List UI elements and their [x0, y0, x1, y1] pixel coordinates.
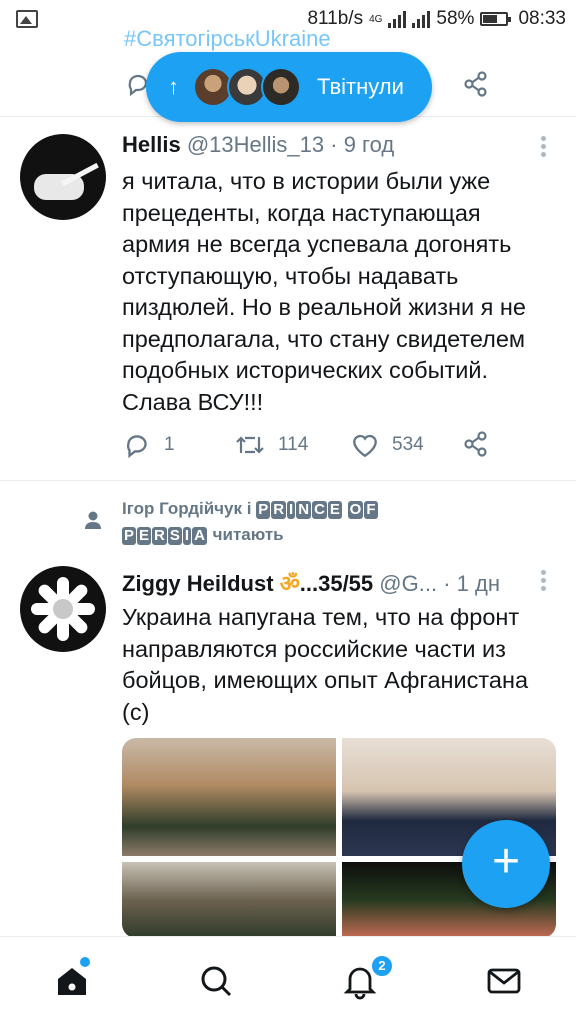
previous-tweet-hashtags[interactable]: #СвятогірськUkraine: [124, 26, 331, 52]
more-icon[interactable]: [541, 570, 547, 594]
boxed-letter: R: [152, 527, 167, 545]
tweet-text: Украина напугана тем, что на фронт напра…: [122, 604, 529, 725]
boxed-word: OF: [347, 499, 379, 519]
status-right: 811b/s 4G 58% 08:33: [307, 8, 566, 30]
display-name[interactable]: Hellis: [122, 132, 181, 157]
edelweiss-icon: [31, 577, 95, 641]
nav-home[interactable]: [52, 961, 92, 1001]
boxed-letter: P: [122, 527, 137, 545]
signal-icon: [412, 10, 431, 28]
social-context-prefix: Ігор Гордійчук і: [122, 499, 252, 518]
boxed-letter: N: [296, 501, 312, 519]
tweet-text: я читала, что в истории были уже прецеде…: [122, 168, 526, 415]
like-icon: [353, 434, 377, 458]
person-icon: [84, 510, 102, 538]
signal-icon: [388, 10, 407, 28]
boxed-word: PRINCE: [256, 499, 347, 519]
reply-count: 1: [164, 434, 175, 455]
boxed-letter: I: [287, 501, 296, 519]
reply-button[interactable]: 1: [122, 430, 175, 460]
tweet-header: Hellis @13Hellis_13 · 9 год: [122, 132, 394, 158]
share-icon: [464, 431, 487, 457]
tweet-photo[interactable]: [122, 738, 336, 856]
retweet-button[interactable]: 114: [234, 430, 308, 460]
avatar[interactable]: [20, 566, 106, 652]
boxed-letter: I: [182, 527, 192, 545]
battery-icon: [480, 12, 512, 26]
like-count: 534: [392, 434, 424, 455]
handle: @13Hellis_13: [186, 132, 325, 157]
boxed-word: PERSIA: [122, 525, 213, 545]
nav-search[interactable]: [196, 961, 236, 1001]
om-symbol: ॐ: [279, 571, 300, 596]
boxed-letter: O: [347, 501, 364, 519]
boxed-letter: E: [137, 527, 152, 545]
avatar: [261, 67, 301, 107]
plus-icon: +: [491, 835, 521, 888]
clock: 08:33: [518, 8, 566, 29]
nav-messages[interactable]: [484, 961, 524, 1001]
pill-label: Твітнули: [317, 74, 404, 99]
boxed-letter: R: [271, 501, 287, 519]
retweet-count: 114: [278, 434, 309, 455]
pill-avatars: [193, 67, 301, 107]
boxed-letter: C: [312, 501, 327, 519]
timestamp: · 9 год: [330, 132, 395, 157]
new-tweets-pill[interactable]: ↑ Твітнули: [146, 52, 432, 122]
compose-tweet-button[interactable]: +: [462, 820, 550, 908]
share-button[interactable]: [462, 430, 490, 458]
bottom-nav: [0, 936, 576, 1024]
display-name[interactable]: Ziggy Heildust ॐ...35/55: [122, 571, 373, 596]
boxed-letter: E: [327, 501, 342, 519]
new-content-dot: [80, 957, 90, 967]
notifications-badge: 2: [370, 954, 394, 978]
network-type: 4G: [369, 13, 383, 25]
arrow-up-icon: ↑: [168, 74, 179, 99]
handle: @G...: [379, 571, 438, 596]
image-icon: [16, 10, 38, 28]
boxed-letter: A: [192, 527, 207, 545]
home-icon: [58, 968, 86, 995]
like-button[interactable]: 534: [350, 430, 424, 460]
tweet-header: Ziggy Heildust ॐ...35/55 @G... · 1 дн: [122, 568, 500, 598]
boxed-letter: P: [256, 501, 271, 519]
reply-icon: [126, 435, 147, 459]
tweet-actions: 1 114 534: [122, 430, 502, 464]
boxed-letter: F: [364, 501, 378, 519]
tweet-photo[interactable]: [122, 862, 336, 938]
share-icon[interactable]: [462, 70, 490, 103]
social-context-text: Ігор Гордійчук і PRINCE OF PERSIA читают…: [122, 496, 379, 548]
search-icon: [201, 966, 232, 997]
avatar[interactable]: [20, 134, 106, 220]
retweet-icon: [236, 436, 264, 454]
more-icon[interactable]: [541, 136, 547, 160]
battery-percent: 58%: [436, 8, 475, 29]
boxed-letter: S: [167, 527, 182, 545]
divider: [0, 480, 576, 481]
timestamp: · 1 дн: [443, 571, 500, 596]
social-context-suffix: читають: [212, 525, 284, 544]
mail-icon: [487, 968, 521, 994]
